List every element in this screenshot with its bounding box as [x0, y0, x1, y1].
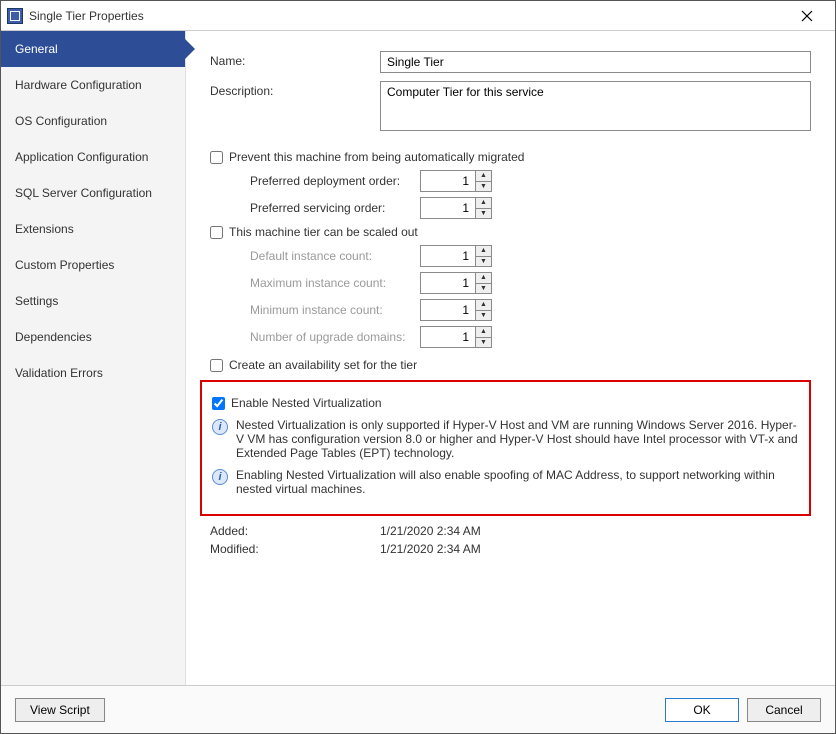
max-inst-input[interactable]	[421, 273, 475, 293]
prevent-migrate-label: Prevent this machine from being automati…	[229, 150, 524, 164]
max-inst-label: Maximum instance count:	[250, 276, 420, 290]
app-icon	[7, 8, 23, 24]
sidebar-item-os[interactable]: OS Configuration	[1, 103, 185, 139]
spinner-down-icon[interactable]: ▼	[476, 182, 491, 192]
sidebar-item-settings[interactable]: Settings	[1, 283, 185, 319]
sidebar-item-custom-props[interactable]: Custom Properties	[1, 247, 185, 283]
default-inst-spinner[interactable]: ▲▼	[420, 245, 492, 267]
spinner-up-icon[interactable]: ▲	[476, 246, 491, 257]
spinner-up-icon[interactable]: ▲	[476, 300, 491, 311]
modified-value: 1/21/2020 2:34 AM	[380, 542, 481, 556]
sidebar-item-extensions[interactable]: Extensions	[1, 211, 185, 247]
spinner-up-icon[interactable]: ▲	[476, 171, 491, 182]
pref-deploy-input[interactable]	[421, 171, 475, 191]
nested-virt-info1: Nested Virtualization is only supported …	[236, 418, 799, 460]
added-value: 1/21/2020 2:34 AM	[380, 524, 481, 538]
sidebar-item-hardware[interactable]: Hardware Configuration	[1, 67, 185, 103]
upgrade-domains-input[interactable]	[421, 327, 475, 347]
ok-button[interactable]: OK	[665, 698, 739, 722]
nested-virt-info2: Enabling Nested Virtualization will also…	[236, 468, 799, 496]
min-inst-spinner[interactable]: ▲▼	[420, 299, 492, 321]
prevent-migrate-checkbox[interactable]	[210, 151, 223, 164]
spinner-up-icon[interactable]: ▲	[476, 198, 491, 209]
cancel-button[interactable]: Cancel	[747, 698, 821, 722]
close-icon	[801, 10, 813, 22]
spinner-down-icon[interactable]: ▼	[476, 209, 491, 219]
properties-window: Single Tier Properties General Hardware …	[0, 0, 836, 734]
spinner-up-icon[interactable]: ▲	[476, 273, 491, 284]
name-input[interactable]	[380, 51, 811, 73]
body: General Hardware Configuration OS Config…	[1, 31, 835, 685]
min-inst-label: Minimum instance count:	[250, 303, 420, 317]
spinner-down-icon[interactable]: ▼	[476, 257, 491, 267]
max-inst-spinner[interactable]: ▲▼	[420, 272, 492, 294]
pref-deploy-label: Preferred deployment order:	[250, 174, 420, 188]
sidebar-item-sql-config[interactable]: SQL Server Configuration	[1, 175, 185, 211]
pref-service-spinner[interactable]: ▲▼	[420, 197, 492, 219]
modified-label: Modified:	[210, 542, 380, 556]
default-inst-label: Default instance count:	[250, 249, 420, 263]
close-button[interactable]	[785, 2, 829, 30]
sidebar-item-app-config[interactable]: Application Configuration	[1, 139, 185, 175]
info-icon: i	[212, 469, 228, 485]
description-label: Description:	[210, 81, 380, 98]
upgrade-domains-spinner[interactable]: ▲▼	[420, 326, 492, 348]
nested-virt-label: Enable Nested Virtualization	[231, 396, 382, 410]
default-inst-input[interactable]	[421, 246, 475, 266]
sidebar: General Hardware Configuration OS Config…	[1, 31, 186, 685]
nested-virt-highlight: Enable Nested Virtualization i Nested Vi…	[200, 380, 811, 516]
added-label: Added:	[210, 524, 380, 538]
spinner-down-icon[interactable]: ▼	[476, 338, 491, 348]
nested-virt-checkbox[interactable]	[212, 397, 225, 410]
upgrade-domains-label: Number of upgrade domains:	[250, 330, 420, 344]
spinner-down-icon[interactable]: ▼	[476, 311, 491, 321]
spinner-down-icon[interactable]: ▼	[476, 284, 491, 294]
titlebar: Single Tier Properties	[1, 1, 835, 31]
sidebar-item-general[interactable]: General	[1, 31, 185, 67]
main-panel: Name: Description: Computer Tier for thi…	[186, 31, 835, 685]
scale-out-checkbox[interactable]	[210, 226, 223, 239]
scale-out-label: This machine tier can be scaled out	[229, 225, 418, 239]
pref-service-input[interactable]	[421, 198, 475, 218]
availability-set-label: Create an availability set for the tier	[229, 358, 417, 372]
window-title: Single Tier Properties	[29, 9, 785, 23]
pref-service-label: Preferred servicing order:	[250, 201, 420, 215]
sidebar-item-validation[interactable]: Validation Errors	[1, 355, 185, 391]
info-icon: i	[212, 419, 228, 435]
sidebar-item-dependencies[interactable]: Dependencies	[1, 319, 185, 355]
description-input[interactable]: Computer Tier for this service	[380, 81, 811, 131]
footer: View Script OK Cancel	[1, 685, 835, 733]
pref-deploy-spinner[interactable]: ▲▼	[420, 170, 492, 192]
availability-set-checkbox[interactable]	[210, 359, 223, 372]
name-label: Name:	[210, 51, 380, 68]
min-inst-input[interactable]	[421, 300, 475, 320]
spinner-up-icon[interactable]: ▲	[476, 327, 491, 338]
view-script-button[interactable]: View Script	[15, 698, 105, 722]
